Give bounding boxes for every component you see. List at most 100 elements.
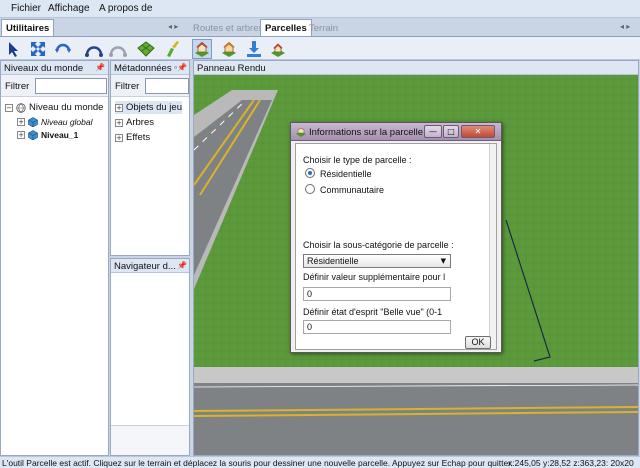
- rotate-icon: [55, 43, 71, 53]
- expand-icon[interactable]: +: [17, 117, 25, 126]
- tree-node-label: Objets du jeu: [126, 102, 182, 113]
- metadata-header: Métadonnées ▫ 📌: [111, 61, 189, 75]
- menu-about[interactable]: A propos de: [99, 3, 152, 14]
- world-filter-row: Filtrer: [1, 75, 108, 97]
- menu-view[interactable]: Affichage: [48, 3, 90, 14]
- tree-node-global-level[interactable]: + Niveau global: [17, 115, 93, 128]
- tab-scroll-arrows[interactable]: ◂ ▸: [168, 22, 178, 31]
- tab-scroll-arrows-right[interactable]: ◂ ▸: [620, 22, 630, 31]
- dialog-scrollbar[interactable]: [489, 144, 496, 349]
- minimize-button[interactable]: —: [424, 125, 442, 138]
- subcategory-label: Choisir la sous-catégorie de parcelle :: [303, 240, 454, 250]
- dialog-body: Choisir le type de parcelle : Résidentie…: [295, 143, 497, 350]
- dropdown-arrow-icon: ▼: [440, 257, 446, 265]
- tab-utilities[interactable]: Utilitaires: [1, 19, 55, 37]
- move-icon: [31, 42, 45, 56]
- paint-brush-tool-button[interactable]: [161, 39, 181, 59]
- world-tree: − Niveau du monde + Niveau global + Nive…: [3, 101, 108, 455]
- tree-node-level-1[interactable]: + Niveau_1: [17, 128, 78, 141]
- navigator-panel: Navigateur d... 📌: [110, 258, 190, 456]
- tab-terrain[interactable]: Terrain: [304, 19, 343, 37]
- radio-community-label[interactable]: Communautaire: [320, 185, 384, 195]
- beautiful-view-text: 0: [307, 322, 313, 332]
- parcel-house-small-tool-button[interactable]: [268, 39, 288, 59]
- close-button[interactable]: ✕: [461, 125, 495, 138]
- panel-title: Panneau Rendu: [197, 63, 266, 74]
- parcel-house-alt-tool-button[interactable]: [219, 39, 239, 59]
- menu-file[interactable]: Fichier: [11, 3, 41, 14]
- grass-tile-tool-button[interactable]: [136, 39, 156, 59]
- tree-node-trees[interactable]: + Arbres: [115, 116, 154, 129]
- subcategory-select[interactable]: Résidentielle ▼: [303, 254, 451, 268]
- download-tool-button[interactable]: [244, 39, 264, 59]
- pin-icon[interactable]: 📌: [95, 63, 105, 72]
- parcels-toolbar: [188, 36, 640, 60]
- parcel-house-icon: [195, 41, 209, 57]
- extra-value-text: 0: [307, 289, 313, 299]
- extra-value-input[interactable]: 0: [303, 287, 451, 301]
- tree-node-effects[interactable]: + Effets: [115, 131, 150, 144]
- tree-node-label: Effets: [126, 132, 151, 143]
- parcel-house-tool-button[interactable]: [192, 39, 212, 59]
- world-levels-panel: Niveaux du monde 📌 Filtrer − Niveau du m…: [0, 60, 109, 456]
- parcel-house-small-icon: [271, 43, 285, 57]
- parcel-house-alt-icon: [222, 41, 236, 57]
- navigator-header: Navigateur d... 📌: [111, 259, 189, 273]
- rotate-tool-button[interactable]: [53, 39, 73, 59]
- road-curve-disabled-button[interactable]: [108, 39, 128, 59]
- pin-icon[interactable]: 📌: [177, 63, 187, 72]
- sidewalk: [194, 367, 638, 383]
- status-bar: L'outil Parcelle est actif. Cliquez sur …: [0, 456, 640, 468]
- parcel-info-dialog: Informations sur la parcelle — □ ✕ Chois…: [290, 122, 502, 353]
- filter-label: Filtrer: [115, 81, 140, 92]
- road-curve-tool-button[interactable]: [84, 39, 104, 59]
- world-levels-header: Niveaux du monde 📌: [1, 61, 108, 75]
- tree-node-world-level[interactable]: − Niveau du monde: [5, 101, 103, 114]
- select-tool-button[interactable]: [5, 39, 25, 59]
- radio-residential[interactable]: [305, 168, 315, 178]
- right-tab-strip: Routes et arbres Parcelles Terrain ◂ ▸: [188, 19, 640, 37]
- move-tool-button[interactable]: [28, 39, 48, 59]
- subcategory-value: Résidentielle: [307, 256, 359, 266]
- metadata-filter-row: Filtrer: [111, 75, 189, 97]
- radio-residential-label[interactable]: Résidentielle: [320, 169, 372, 179]
- cube-icon: [28, 129, 38, 140]
- status-message: L'outil Parcelle est actif. Cliquez sur …: [2, 458, 513, 468]
- expand-icon[interactable]: +: [115, 103, 123, 112]
- close-icon: ✕: [474, 127, 482, 136]
- metadata-panel: Métadonnées ▫ 📌 Filtrer + Objets du jeu …: [110, 60, 190, 256]
- radio-community[interactable]: [305, 184, 315, 194]
- menu-bar: Fichier Affichage A propos de: [0, 0, 640, 18]
- status-coordinates: x:245,05 y:28,52 z:363,23: 20x20: [508, 458, 634, 468]
- maximize-button[interactable]: □: [443, 125, 459, 138]
- minimize-icon: —: [429, 127, 437, 136]
- paint-brush-icon: [167, 41, 179, 57]
- cube-icon: [28, 116, 38, 127]
- panel-title: Navigateur d...: [114, 261, 176, 272]
- render-panel-header: Panneau Rendu: [194, 61, 638, 75]
- dialog-title: Informations sur la parcelle: [309, 127, 424, 138]
- tree-node-game-objects[interactable]: + Objets du jeu: [115, 101, 182, 114]
- road-curve-icon: [85, 46, 103, 57]
- expand-icon[interactable]: +: [17, 130, 25, 139]
- extra-value-label: Définir valeur supplémentaire pour l: [303, 272, 446, 282]
- dialog-titlebar[interactable]: Informations sur la parcelle — □ ✕: [291, 123, 501, 141]
- road-curve-disabled-icon: [109, 46, 127, 57]
- ok-button[interactable]: OK: [465, 336, 491, 349]
- world-filter-input[interactable]: [35, 78, 107, 94]
- pin-icon[interactable]: 📌: [177, 261, 187, 270]
- metadata-filter-input[interactable]: [145, 78, 189, 94]
- expand-icon[interactable]: +: [115, 118, 123, 127]
- parcel-app-icon: [296, 127, 306, 137]
- maximize-icon: □: [447, 127, 455, 136]
- tree-node-label: Niveau du monde: [29, 102, 104, 113]
- tree-node-label: Niveau global: [41, 116, 93, 127]
- beautiful-view-input[interactable]: 0: [303, 320, 451, 334]
- expand-icon[interactable]: +: [115, 133, 123, 142]
- tree-node-label: Arbres: [126, 117, 154, 128]
- navigator-footer: [111, 425, 189, 455]
- tab-roads-trees[interactable]: Routes et arbres: [188, 19, 268, 37]
- utilities-toolbar: [0, 36, 190, 60]
- panel-title: Niveaux du monde: [4, 63, 84, 74]
- collapse-icon[interactable]: −: [5, 103, 13, 112]
